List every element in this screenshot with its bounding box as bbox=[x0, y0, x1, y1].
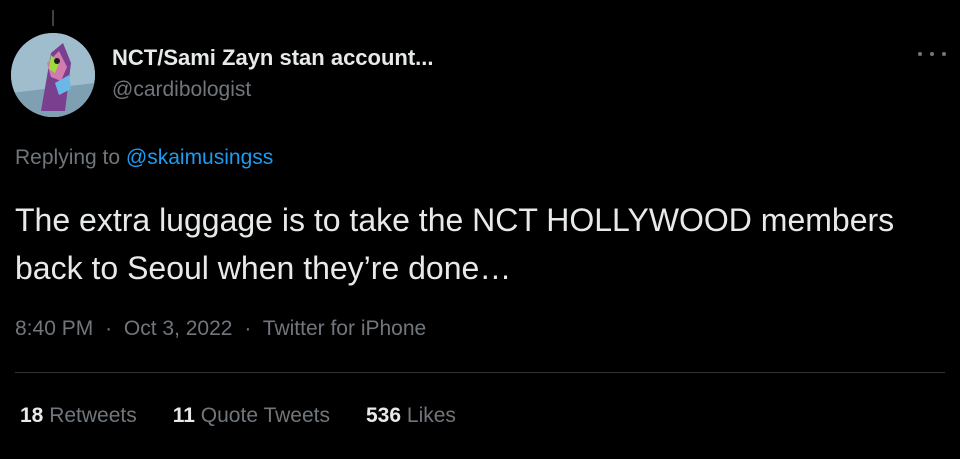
reply-mention-link[interactable]: @skaimusingss bbox=[126, 146, 273, 169]
retweets-label: Retweets bbox=[49, 404, 137, 427]
retweets-count: 18 bbox=[20, 404, 44, 427]
more-options-icon[interactable] bbox=[918, 44, 946, 64]
tweet-source[interactable]: Twitter for iPhone bbox=[263, 317, 426, 340]
author-display-name[interactable]: NCT/Sami Zayn stan account... bbox=[112, 44, 434, 72]
meta-separator: · bbox=[244, 317, 252, 340]
more-dot bbox=[930, 52, 934, 56]
tweet-text: The extra luggage is to take the NCT HOL… bbox=[15, 202, 895, 286]
more-dot bbox=[942, 52, 946, 56]
tweet-time[interactable]: 8:40 PM bbox=[15, 317, 93, 340]
retweets-stat[interactable]: 18 Retweets bbox=[20, 404, 137, 428]
quote-tweets-count: 11 bbox=[172, 404, 195, 427]
replying-to: Replying to @skaimusingss bbox=[15, 146, 273, 170]
likes-label: Likes bbox=[406, 404, 456, 427]
replying-to-label: Replying to bbox=[15, 146, 121, 169]
more-dot bbox=[918, 52, 922, 56]
quote-tweets-label: Quote Tweets bbox=[200, 404, 330, 427]
divider bbox=[15, 372, 945, 373]
avatar-image bbox=[11, 33, 95, 117]
tweet-header: NCT/Sami Zayn stan account... @cardibolo… bbox=[112, 44, 434, 104]
engagement-stats: 18 Retweets 11 Quote Tweets 536 Likes bbox=[20, 404, 492, 428]
tweet-date[interactable]: Oct 3, 2022 bbox=[124, 317, 233, 340]
likes-count: 536 bbox=[366, 404, 402, 427]
likes-stat[interactable]: 536 Likes bbox=[366, 404, 456, 428]
tweet-meta: 8:40 PM · Oct 3, 2022 · Twitter for iPho… bbox=[15, 317, 426, 341]
avatar[interactable] bbox=[11, 33, 95, 117]
meta-separator: · bbox=[105, 317, 113, 340]
author-handle[interactable]: @cardibologist bbox=[112, 76, 434, 104]
thread-connector-line bbox=[52, 10, 54, 26]
quote-tweets-stat[interactable]: 11 Quote Tweets bbox=[173, 404, 330, 428]
